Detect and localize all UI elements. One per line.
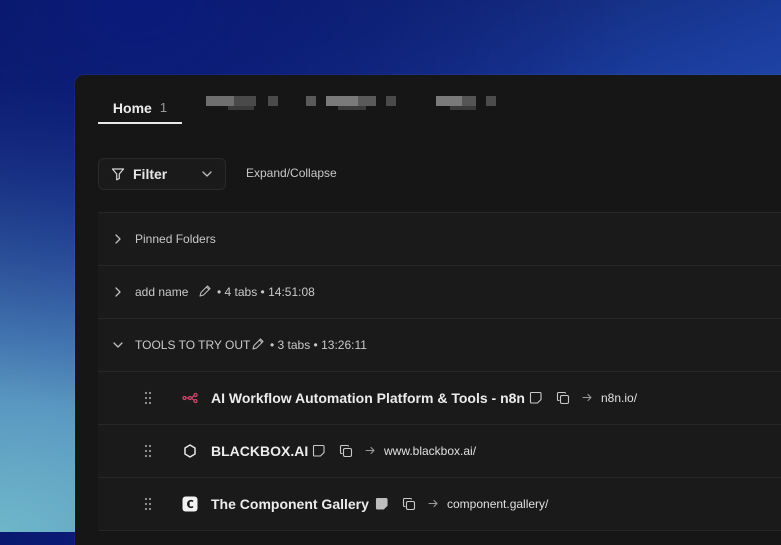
folder-title: add name (135, 285, 189, 299)
pencil-icon[interactable] (251, 337, 265, 351)
chevron-right-icon[interactable] (112, 286, 124, 298)
chevron-right-icon[interactable] (112, 233, 124, 245)
tab-home-label: Home (112, 99, 152, 116)
note-filled-icon[interactable] (375, 497, 388, 510)
folder-meta: • 3 tabs • 13:26:11 (270, 338, 367, 352)
filter-icon (111, 168, 125, 181)
drag-handle-icon[interactable] (144, 497, 152, 511)
tab-title[interactable]: The Component Gallery (211, 496, 369, 512)
blackbox-icon (184, 444, 196, 458)
arrow-right-icon (365, 446, 375, 455)
folder-row-add-name[interactable]: add name • 4 tabs • 14:51:08 (98, 266, 781, 319)
tab-redacted-2[interactable] (306, 96, 401, 110)
tab-title[interactable]: BLACKBOX.AI (211, 443, 308, 459)
tab-item-row[interactable]: BLACKBOX.AI www.blackbox.ai/ (98, 425, 781, 478)
n8n-icon (182, 392, 198, 404)
pencil-icon[interactable] (198, 284, 212, 298)
tab-redacted-1[interactable] (206, 96, 286, 110)
filter-label: Filter (133, 166, 168, 182)
tab-item-row[interactable]: AI Workflow Automation Platform & Tools … (98, 372, 781, 425)
chevron-down-icon[interactable] (112, 339, 124, 351)
filter-dropdown[interactable]: Filter (98, 158, 226, 190)
tab-item-row[interactable]: The Component Gallery component.gallery/ (98, 478, 781, 531)
folder-meta: • 4 tabs • 14:51:08 (217, 285, 315, 299)
copy-icon[interactable] (556, 391, 570, 405)
tab-url[interactable]: component.gallery/ (447, 497, 548, 511)
arrow-right-icon (428, 499, 438, 508)
tab-title[interactable]: AI Workflow Automation Platform & Tools … (211, 390, 525, 406)
tab-url[interactable]: n8n.io/ (601, 391, 637, 405)
note-icon[interactable] (529, 391, 542, 404)
arrow-right-icon (582, 393, 592, 402)
folder-row-tools[interactable]: TOOLS TO TRY OUT • 3 tabs • 13:26:11 (98, 319, 781, 372)
tab-redacted-3[interactable] (436, 96, 506, 110)
folder-list: Pinned Folders add name • 4 tabs • 14:51… (98, 212, 781, 531)
drag-handle-icon[interactable] (144, 444, 152, 458)
folder-title: TOOLS TO TRY OUT (135, 338, 251, 352)
note-icon[interactable] (312, 444, 325, 457)
expand-collapse-button[interactable]: Expand/Collapse (246, 166, 337, 180)
tab-url[interactable]: www.blackbox.ai/ (384, 444, 476, 458)
drag-handle-icon[interactable] (144, 391, 152, 405)
folder-title: Pinned Folders (135, 232, 216, 246)
copy-icon[interactable] (339, 444, 353, 458)
copy-icon[interactable] (402, 497, 416, 511)
tab-home[interactable]: Home 1 (98, 93, 182, 124)
chevron-down-icon (202, 171, 212, 177)
component-gallery-icon (182, 496, 198, 512)
app-window: Home 1 Filter Expand/Collapse Pinned Fol… (75, 75, 781, 545)
tab-home-count: 1 (159, 100, 168, 115)
folder-row-pinned[interactable]: Pinned Folders (98, 213, 781, 266)
